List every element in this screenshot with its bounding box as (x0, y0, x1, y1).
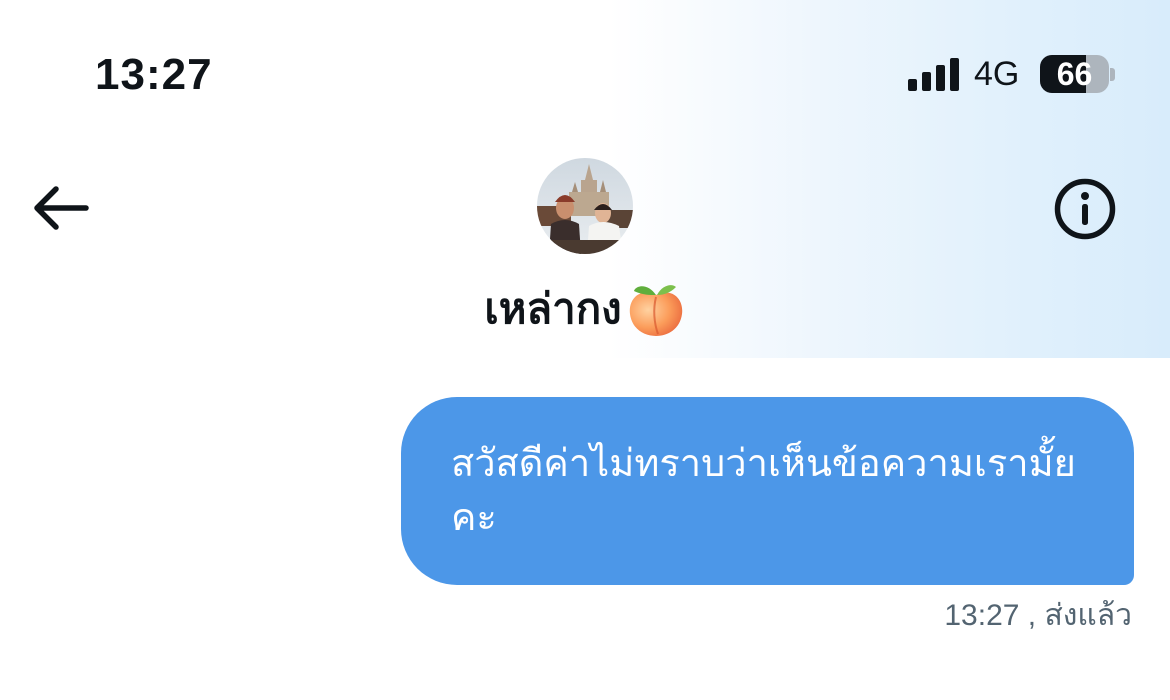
contact-name-text: เหล่ากง (484, 284, 622, 332)
network-type: 4G (974, 55, 1020, 93)
battery-icon: 66 (1040, 55, 1109, 93)
status-time: 13:27 (95, 50, 213, 99)
contact-name[interactable]: เหล่ากง (0, 274, 1170, 341)
message-text: สวัสดีค่าไม่ทราบว่าเห็นข้อความเรามั้ยคะ (451, 443, 1076, 539)
info-button[interactable] (1052, 176, 1118, 242)
message-status: , ส่งแล้ว (1027, 599, 1132, 632)
message-meta: 13:27 , ส่งแล้ว (944, 596, 1132, 636)
battery-level: 66 (1056, 56, 1093, 92)
back-button[interactable] (28, 178, 94, 238)
avatar-photo (537, 158, 633, 254)
message-time: 13:27 (944, 599, 1020, 632)
status-bar: 13:27 4G 66 (0, 0, 1170, 140)
info-circle-icon (1054, 178, 1116, 240)
arrow-left-icon (34, 186, 89, 230)
battery-tip (1110, 68, 1115, 81)
cellular-signal-icon (908, 57, 960, 91)
sent-message-bubble[interactable]: สวัสดีค่าไม่ทราบว่าเห็นข้อความเรามั้ยคะ (401, 397, 1134, 585)
peach-icon (629, 284, 682, 336)
contact-avatar[interactable] (537, 158, 633, 254)
